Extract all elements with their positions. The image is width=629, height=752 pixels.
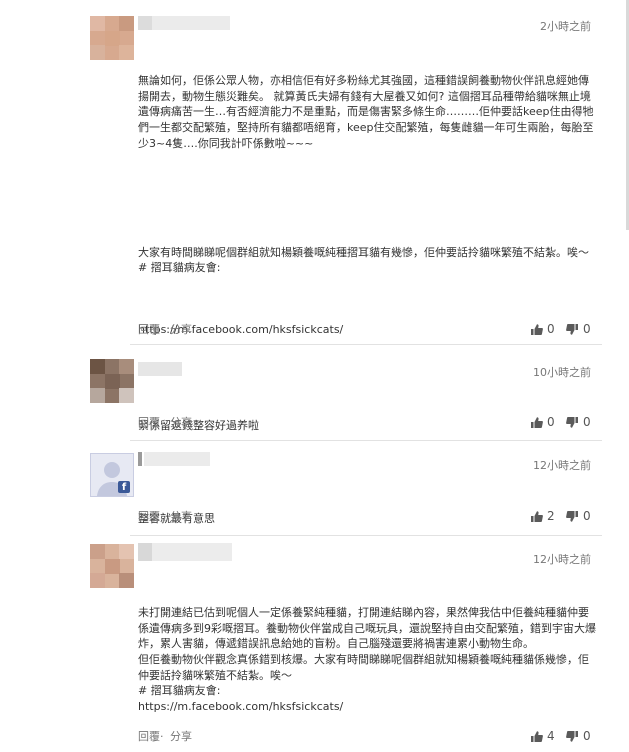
- comment-body: 無論如何，佢係公眾人物，亦相信佢有好多粉絲尤其強國，這種錯誤飼養動物伙伴訊息經她…: [138, 42, 598, 369]
- reply-button[interactable]: 回覆‧: [138, 728, 164, 744]
- comment-actions: 回覆‧ 分享 4 0: [138, 728, 593, 744]
- thumbs-down-icon: [566, 323, 578, 335]
- comment-timestamp: 12小時之前: [533, 553, 591, 566]
- reply-button[interactable]: 回覆‧: [138, 321, 164, 337]
- thumbs-down-icon: [566, 416, 578, 428]
- comment-timestamp: 2小時之前: [540, 20, 591, 33]
- comment-paragraph: [138, 182, 598, 213]
- comment-paragraph: 大家有時間睇睇呢個群組就知楊穎養嘅純種摺耳貓有幾慘，佢仲要話拎貓咪繁殖不結紮。唉…: [138, 245, 589, 275]
- comment-timestamp: 10小時之前: [533, 366, 591, 379]
- commenter-name[interactable]: [138, 16, 230, 30]
- thumbs-up-icon: [531, 323, 543, 335]
- comment-paragraph: 無論如何，佢係公眾人物，亦相信佢有好多粉絲尤其強國，這種錯誤飼養動物伙伴訊息經她…: [138, 74, 594, 150]
- comment-item: 10小時之前 緊係留返錢整容好過养啦 回覆‧ 分享 0 0: [0, 345, 629, 440]
- comment-body: 未打開連結已估到呢個人一定係養緊純種貓，打開連結睇內容，果然俾我估中佢養純種貓仲…: [138, 574, 598, 746]
- avatar[interactable]: [90, 544, 134, 588]
- reply-button[interactable]: 回覆‧: [138, 508, 164, 524]
- commenter-name[interactable]: [138, 362, 182, 376]
- like-count: 0: [547, 415, 555, 429]
- comment-paragraph: 未打開連結已估到呢個人一定係養緊純種貓，打開連結睇內容，果然俾我估中佢養純種貓仲…: [138, 606, 596, 713]
- comment-item: 12小時之前 未打開連結已估到呢個人一定係養緊純種貓，打開連結睇內容，果然俾我估…: [0, 536, 629, 752]
- reply-button[interactable]: 回覆‧: [138, 414, 164, 430]
- thumbs-up-icon: [531, 730, 543, 742]
- like-button[interactable]: 0: [530, 414, 555, 430]
- commenter-name[interactable]: [138, 543, 232, 561]
- share-button[interactable]: 分享: [170, 728, 192, 744]
- like-button[interactable]: 0: [530, 321, 555, 337]
- commenter-name[interactable]: [138, 452, 210, 466]
- dislike-button[interactable]: 0: [566, 728, 591, 744]
- dislike-count: 0: [583, 729, 591, 743]
- comment-item: 2小時之前 無論如何，佢係公眾人物，亦相信佢有好多粉絲尤其強國，這種錯誤飼養動物…: [0, 0, 629, 345]
- comment-actions: 回覆‧ 分享 2 0: [138, 508, 593, 524]
- comment-actions: 回覆‧ 分享 0 0: [138, 414, 593, 430]
- dislike-count: 0: [583, 415, 591, 429]
- thumbs-down-icon: [566, 510, 578, 522]
- dislike-count: 0: [583, 322, 591, 336]
- dislike-button[interactable]: 0: [566, 508, 591, 524]
- dislike-button[interactable]: 0: [566, 321, 591, 337]
- comment-item: f 12小時之前 整容就最有意思 回覆‧ 分享 2 0: [0, 441, 629, 535]
- avatar[interactable]: [90, 16, 134, 60]
- thumbs-up-icon: [531, 416, 543, 428]
- share-button[interactable]: 分享: [170, 414, 192, 430]
- share-button[interactable]: 分享: [170, 321, 192, 337]
- like-count: 0: [547, 322, 555, 336]
- share-button[interactable]: 分享: [170, 508, 192, 524]
- like-button[interactable]: 4: [530, 728, 555, 744]
- facebook-icon: f: [118, 481, 130, 493]
- thumbs-up-icon: [531, 510, 543, 522]
- comment-timestamp: 12小時之前: [533, 459, 591, 472]
- like-count: 2: [547, 509, 555, 523]
- comment-actions: 回覆‧ 分享 0 0: [138, 321, 593, 337]
- avatar[interactable]: [90, 359, 134, 403]
- like-button[interactable]: 2: [530, 508, 555, 524]
- dislike-button[interactable]: 0: [566, 414, 591, 430]
- thumbs-down-icon: [566, 730, 578, 742]
- like-count: 4: [547, 729, 555, 743]
- dislike-count: 0: [583, 509, 591, 523]
